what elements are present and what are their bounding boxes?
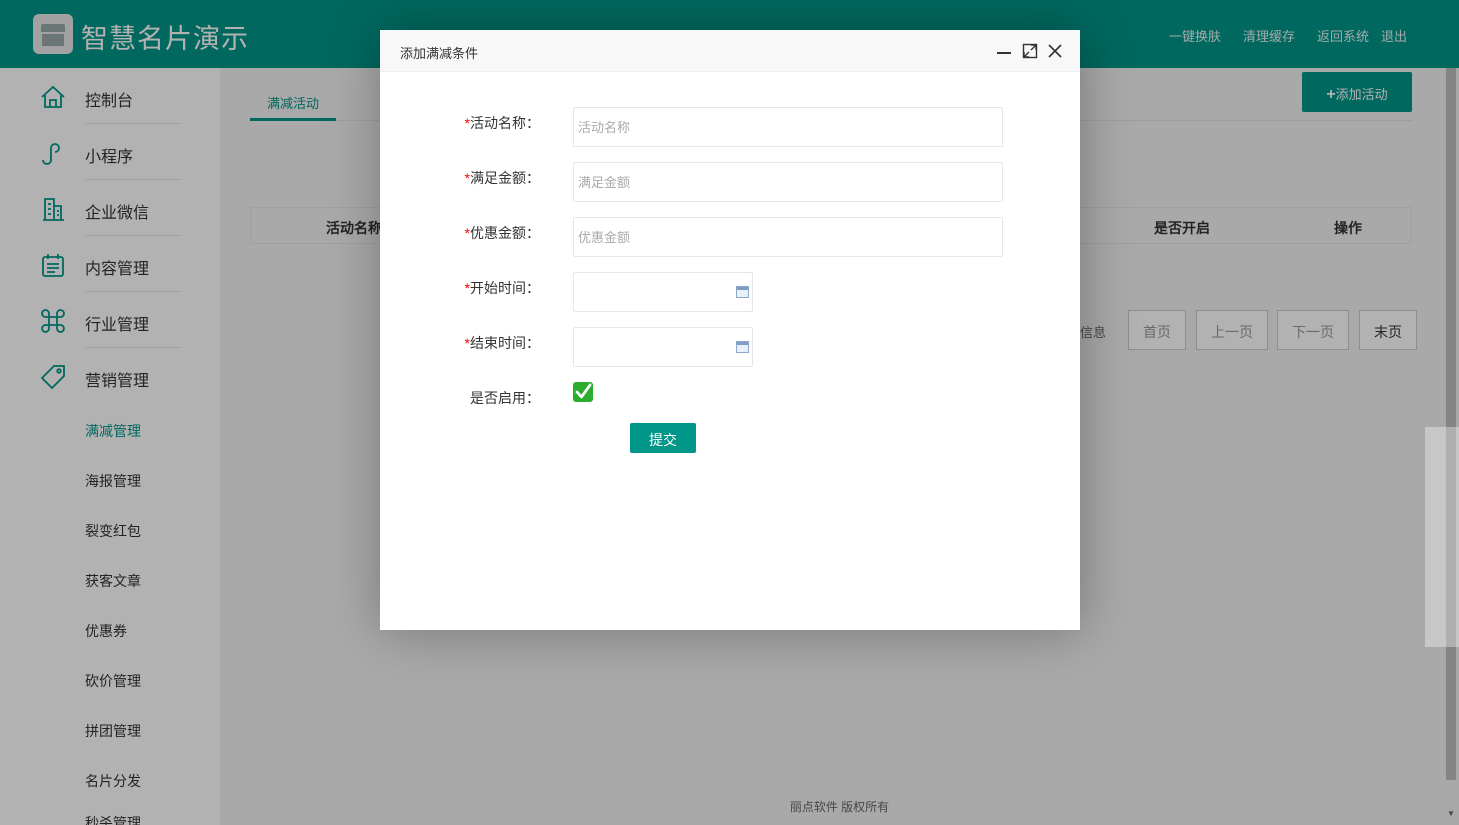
threshold-amount-label: *满足金额：	[464, 170, 540, 186]
start-time-label: *开始时间：	[464, 280, 540, 296]
side-panel-edge	[1425, 427, 1459, 647]
activity-name-input[interactable]	[573, 107, 1003, 147]
submit-button[interactable]: 提交	[630, 423, 696, 453]
enabled-label: 是否启用：	[470, 390, 540, 406]
start-time-input[interactable]	[573, 272, 753, 312]
discount-amount-label: *优惠金额：	[464, 225, 540, 241]
add-condition-dialog: 添加满减条件 *活动名称： *满足金额： *优惠金额： *开始时间： *结束时间…	[380, 30, 1080, 630]
end-time-input[interactable]	[573, 327, 753, 367]
checkmark-icon	[575, 383, 592, 399]
threshold-amount-input[interactable]	[573, 162, 1003, 202]
calendar-icon[interactable]	[736, 286, 749, 298]
calendar-icon[interactable]	[736, 341, 749, 353]
activity-name-label: *活动名称：	[464, 115, 540, 131]
enabled-checkbox[interactable]	[573, 382, 593, 402]
dialog-header: 添加满减条件	[380, 30, 1080, 72]
minimize-icon[interactable]	[996, 43, 1012, 59]
discount-amount-input[interactable]	[573, 217, 1003, 257]
close-icon[interactable]	[1047, 43, 1063, 59]
maximize-icon[interactable]	[1022, 43, 1038, 59]
dialog-title: 添加满减条件	[400, 46, 479, 61]
end-time-label: *结束时间：	[464, 335, 540, 351]
